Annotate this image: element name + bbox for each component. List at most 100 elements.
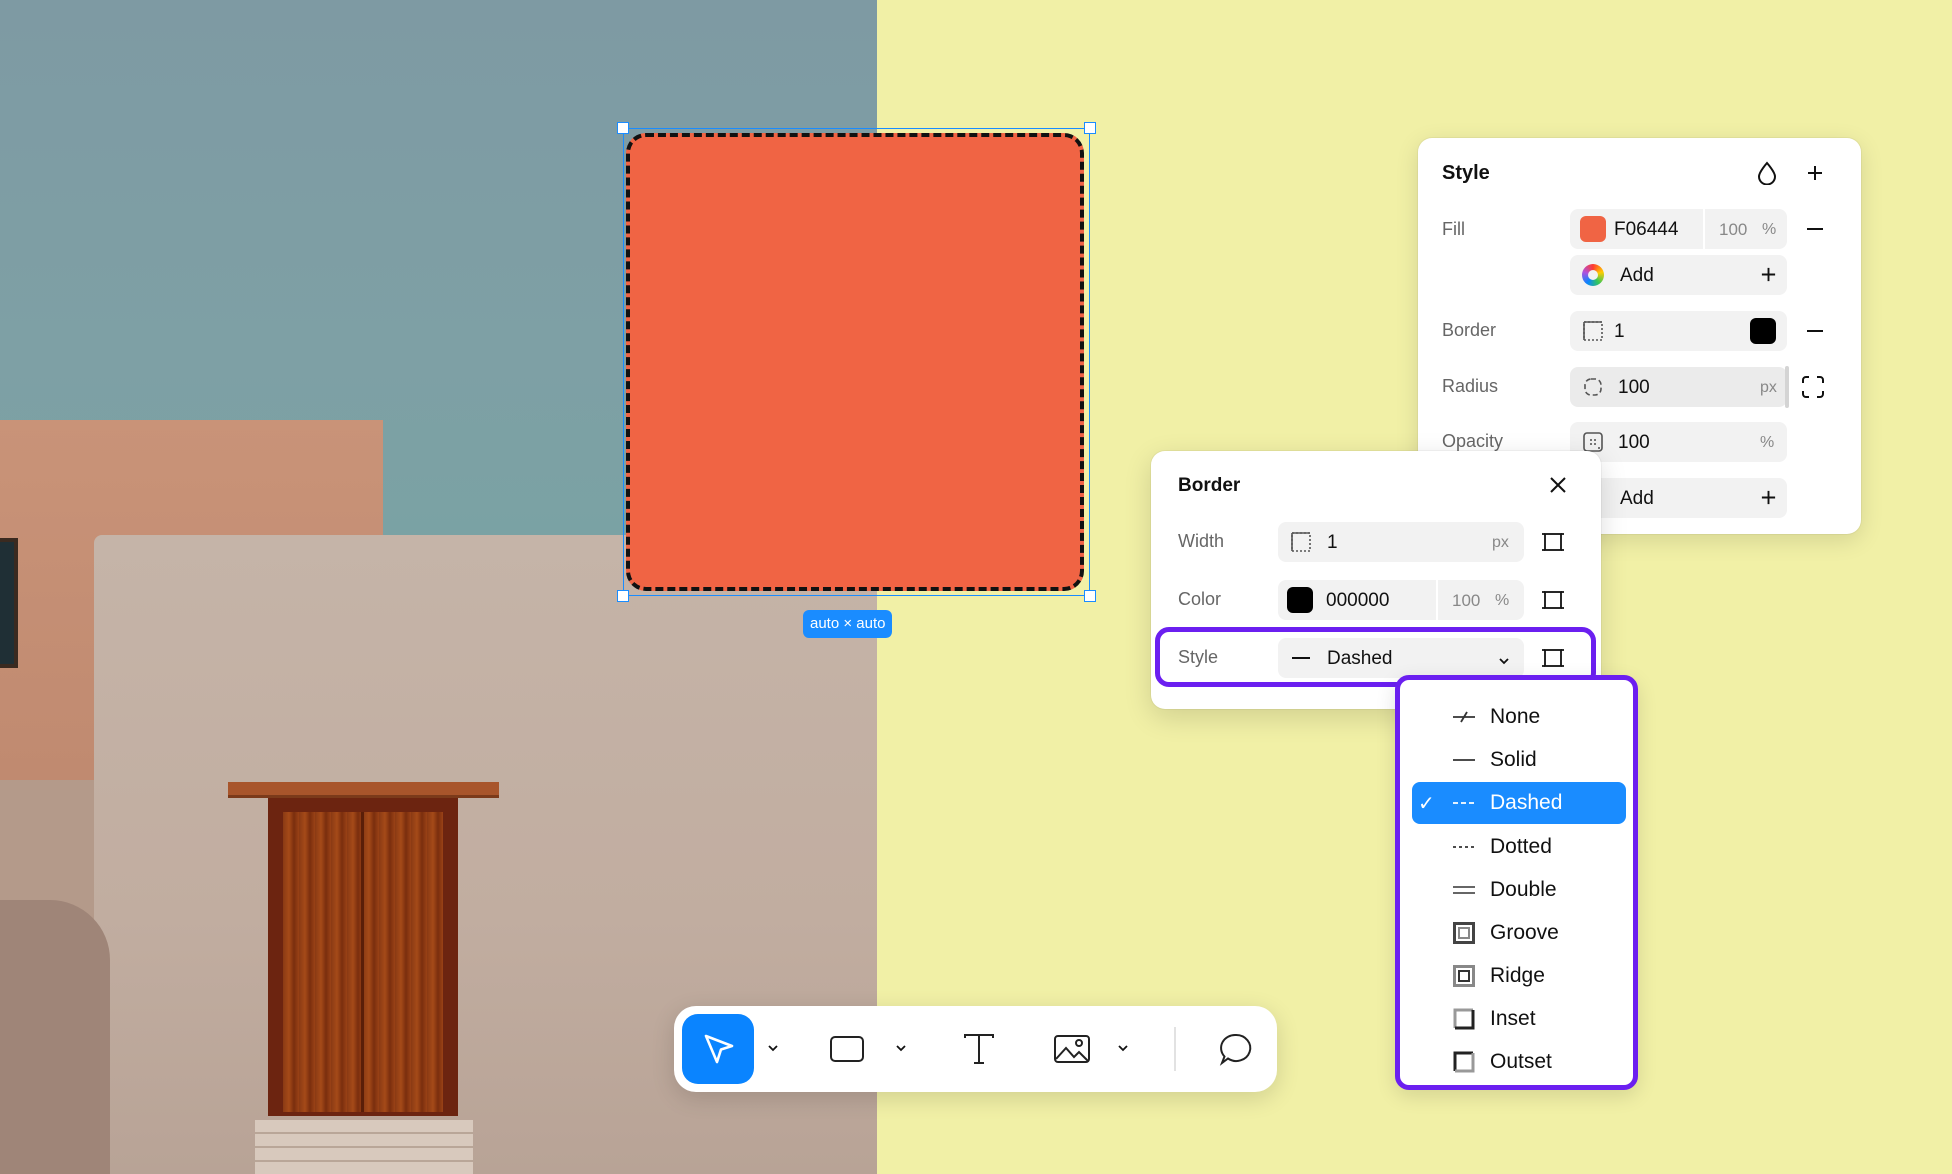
photo-lintel — [228, 782, 499, 798]
option-label: Dashed — [1490, 791, 1563, 814]
option-label: Inset — [1490, 1007, 1536, 1030]
resize-handle-bottom-right[interactable] — [1084, 590, 1096, 602]
resize-handle-bottom-left[interactable] — [617, 590, 629, 602]
toolbar-divider — [1174, 1027, 1176, 1071]
photo-door — [283, 812, 443, 1112]
option-label: Dotted — [1490, 835, 1552, 858]
border-width-icon — [1582, 320, 1604, 348]
style-option-solid[interactable]: Solid — [1412, 739, 1626, 781]
border-color-swatch[interactable] — [1287, 587, 1313, 613]
text-tool-button[interactable] — [958, 1028, 1000, 1070]
select-tool-button[interactable] — [682, 1014, 754, 1084]
none-line-icon — [1450, 706, 1478, 728]
dotted-line-icon — [1450, 836, 1478, 858]
color-wheel-icon — [1582, 264, 1604, 286]
radius-unit: px — [1760, 379, 1777, 396]
size-badge: auto × auto — [803, 610, 893, 638]
plus-icon — [1760, 266, 1777, 289]
comment-bubble-icon — [1219, 1033, 1252, 1066]
border-label: Border — [1442, 320, 1497, 340]
fill-field[interactable]: F06444 100 % — [1570, 209, 1787, 249]
select-tool-chevron-icon[interactable] — [764, 1039, 782, 1057]
border-color-swatch[interactable] — [1750, 318, 1776, 344]
style-option-groove[interactable]: Groove — [1412, 912, 1626, 954]
width-field[interactable]: 1 px — [1278, 522, 1524, 562]
photo-shadow — [0, 900, 110, 1174]
style-option-inset[interactable]: Inset — [1412, 998, 1626, 1040]
outset-box-icon — [1450, 1051, 1478, 1073]
style-option-dotted[interactable]: Dotted — [1412, 826, 1626, 868]
groove-box-icon — [1450, 922, 1478, 944]
border-field[interactable]: 1 — [1570, 311, 1787, 351]
fill-add-button[interactable]: Add — [1570, 255, 1787, 295]
image-tool-button[interactable] — [1051, 1028, 1093, 1070]
radius-value[interactable]: 100 — [1618, 377, 1650, 399]
border-sides-icon[interactable] — [1538, 527, 1568, 557]
border-sides-icon[interactable] — [1538, 585, 1568, 615]
fill-add-label: Add — [1620, 265, 1654, 286]
option-label: Ridge — [1490, 964, 1545, 987]
color-opacity-unit: % — [1495, 592, 1510, 609]
effects-add-button[interactable]: Add — [1570, 478, 1787, 518]
fill-opacity-value[interactable]: 100 — [1719, 220, 1747, 240]
radius-field[interactable]: 100 px — [1570, 367, 1787, 407]
image-tool-chevron-icon[interactable] — [1114, 1039, 1132, 1057]
fill-swatch[interactable] — [1580, 216, 1606, 242]
option-label: None — [1490, 705, 1541, 728]
radius-icon — [1582, 376, 1604, 404]
style-option-dashed[interactable]: ✓ Dashed — [1412, 782, 1626, 824]
fill-field-divider — [1703, 209, 1705, 249]
option-label: Groove — [1490, 921, 1559, 944]
style-option-ridge[interactable]: Ridge — [1412, 955, 1626, 997]
fill-hex-value[interactable]: F06444 — [1614, 219, 1678, 241]
radius-label: Radius — [1442, 376, 1499, 396]
ridge-box-icon — [1450, 965, 1478, 987]
individual-corners-icon[interactable] — [1798, 372, 1828, 402]
image-icon — [1054, 1035, 1090, 1063]
style-option-double[interactable]: Double — [1412, 869, 1626, 911]
style-option-none[interactable]: None — [1412, 696, 1626, 738]
rectangle-icon — [830, 1036, 864, 1062]
effects-add-label: Add — [1620, 488, 1654, 509]
border-popover-title: Border — [1178, 475, 1241, 496]
opacity-field[interactable]: 100 % — [1570, 422, 1787, 462]
selection-box[interactable] — [623, 128, 1090, 596]
color-field-divider — [1436, 580, 1438, 620]
remove-fill-icon[interactable] — [1800, 214, 1830, 244]
style-panel-title: Style — [1442, 162, 1490, 184]
dashed-line-icon — [1450, 792, 1478, 814]
close-icon[interactable] — [1543, 470, 1573, 500]
photo-window — [0, 538, 18, 668]
width-unit: px — [1492, 534, 1509, 551]
resize-handle-top-right[interactable] — [1084, 122, 1096, 134]
checkmark-icon: ✓ — [1418, 792, 1435, 815]
droplet-icon[interactable] — [1752, 158, 1782, 188]
text-icon — [964, 1034, 994, 1064]
rectangle-tool-chevron-icon[interactable] — [892, 1039, 910, 1057]
plus-icon — [1760, 489, 1777, 512]
add-style-icon[interactable] — [1800, 158, 1830, 188]
inset-box-icon — [1450, 1008, 1478, 1030]
color-field[interactable]: 000000 100 % — [1278, 580, 1524, 620]
rectangle-tool-button[interactable] — [826, 1028, 868, 1070]
color-opacity-value[interactable]: 100 — [1452, 591, 1480, 611]
opacity-label: Opacity — [1442, 431, 1504, 451]
border-width-icon — [1290, 531, 1312, 559]
width-value[interactable]: 1 — [1327, 532, 1338, 554]
style-option-outset[interactable]: Outset — [1412, 1041, 1626, 1083]
color-label: Color — [1178, 589, 1222, 609]
resize-handle-top-left[interactable] — [617, 122, 629, 134]
double-line-icon — [1450, 879, 1478, 901]
fill-label: Fill — [1442, 219, 1465, 239]
opacity-unit: % — [1760, 434, 1775, 451]
border-width-value[interactable]: 1 — [1614, 321, 1625, 343]
option-label: Double — [1490, 878, 1557, 901]
option-label: Outset — [1490, 1050, 1552, 1073]
option-label: Solid — [1490, 748, 1537, 771]
width-label: Width — [1178, 531, 1225, 551]
radius-focus-bar — [1785, 366, 1789, 408]
remove-border-icon[interactable] — [1800, 316, 1830, 346]
comment-tool-button[interactable] — [1215, 1028, 1257, 1070]
color-hex-value[interactable]: 000000 — [1326, 590, 1389, 612]
opacity-value[interactable]: 100 — [1618, 432, 1650, 454]
